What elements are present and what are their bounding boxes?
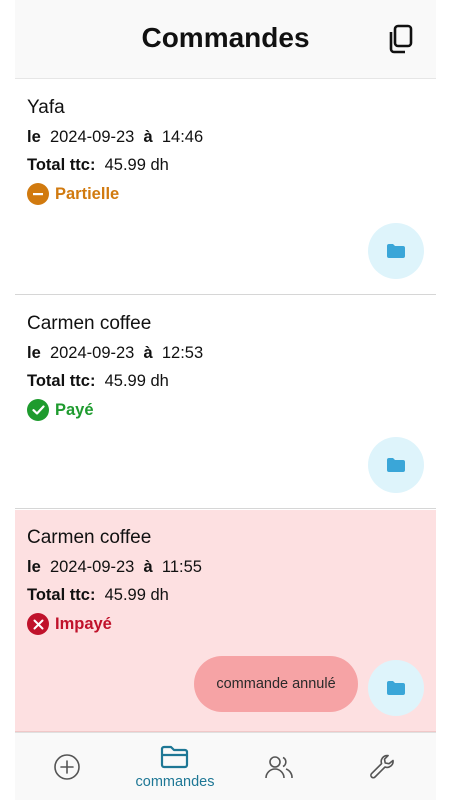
order-total-row: Total ttc: 45.99 dh xyxy=(27,586,169,605)
order-client-name: Carmen coffee xyxy=(27,527,152,548)
total-value: 45.99 dh xyxy=(104,156,169,174)
wrench-icon xyxy=(370,754,394,779)
status-badge: Payé xyxy=(27,399,94,421)
nav-label-commandes: commandes xyxy=(135,774,215,790)
total-value: 45.99 dh xyxy=(104,372,169,390)
order-time: 14:46 xyxy=(161,128,204,146)
order-date-row: le 2024-09-23 à 14:46 xyxy=(27,128,203,147)
total-label: Total ttc: xyxy=(27,156,96,174)
copy-icon xyxy=(389,24,413,54)
copy-button[interactable] xyxy=(384,22,416,56)
total-value: 45.99 dh xyxy=(104,586,169,604)
page-title: Commandes xyxy=(141,22,310,53)
order-client-name: Yafa xyxy=(27,97,65,118)
order-card-cancelled[interactable]: Carmen coffee le 2024-09-23 à 11:55 Tota… xyxy=(15,510,436,732)
order-date: 2024-09-23 xyxy=(49,344,135,362)
date-prefix-label: le xyxy=(27,558,41,576)
status-text: Payé xyxy=(55,400,94,419)
nav-clients[interactable] xyxy=(255,733,303,800)
nav-add[interactable] xyxy=(45,733,89,800)
time-prefix-label: à xyxy=(143,128,153,146)
folder-icon xyxy=(387,681,405,695)
add-icon xyxy=(54,754,80,780)
date-prefix-label: le xyxy=(27,344,41,362)
minus-circle-icon xyxy=(27,183,49,205)
folder-icon xyxy=(387,244,405,258)
nav-commandes[interactable]: commandes xyxy=(120,733,230,800)
order-total-row: Total ttc: 45.99 dh xyxy=(27,372,169,391)
order-date: 2024-09-23 xyxy=(49,128,135,146)
folder-open-icon xyxy=(160,745,189,769)
status-badge: Partielle xyxy=(27,183,119,205)
app-header: Commandes xyxy=(15,0,436,79)
status-text: Impayé xyxy=(55,614,112,633)
order-card[interactable]: Carmen coffee le 2024-09-23 à 12:53 Tota… xyxy=(15,296,436,509)
total-label: Total ttc: xyxy=(27,372,96,390)
order-total-row: Total ttc: 45.99 dh xyxy=(27,156,169,175)
folder-icon xyxy=(387,458,405,472)
status-badge: Impayé xyxy=(27,613,112,635)
order-date-row: le 2024-09-23 à 12:53 xyxy=(27,344,203,363)
bottom-nav: commandes xyxy=(15,732,436,800)
order-time: 11:55 xyxy=(161,558,202,576)
order-date: 2024-09-23 xyxy=(49,558,135,576)
time-prefix-label: à xyxy=(143,558,153,576)
order-card[interactable]: Yafa le 2024-09-23 à 14:46 Total ttc: 45… xyxy=(15,80,436,295)
total-label: Total ttc: xyxy=(27,586,96,604)
nav-settings[interactable] xyxy=(360,733,406,800)
x-circle-icon xyxy=(27,613,49,635)
cancelled-toast: commande annulé xyxy=(194,656,358,712)
order-time: 12:53 xyxy=(161,344,204,362)
open-order-button[interactable] xyxy=(368,223,424,279)
open-order-button[interactable] xyxy=(368,660,424,716)
order-date-row: le 2024-09-23 à 11:55 xyxy=(27,558,202,577)
status-text: Partielle xyxy=(55,184,120,203)
date-prefix-label: le xyxy=(27,128,41,146)
order-client-name: Carmen coffee xyxy=(27,313,152,334)
orders-screen: Commandes Yafa le 2024-09-23 à 14:46 Tot… xyxy=(15,0,436,732)
open-order-button[interactable] xyxy=(368,437,424,493)
check-circle-icon xyxy=(27,399,49,421)
time-prefix-label: à xyxy=(143,344,153,362)
users-icon xyxy=(265,756,293,779)
